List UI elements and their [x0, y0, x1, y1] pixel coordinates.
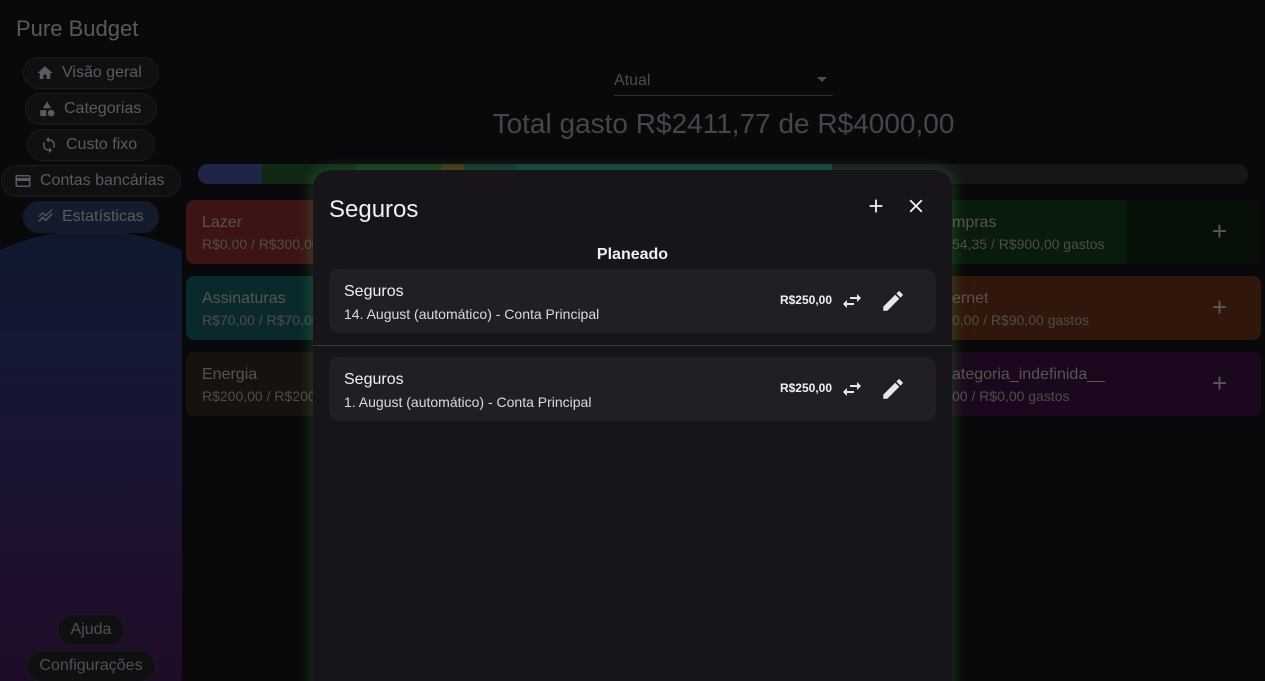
swap-icon — [843, 294, 861, 308]
plus-icon — [869, 199, 883, 213]
list-item[interactable]: Seguros 1. August (automático) - Conta P… — [329, 357, 936, 421]
divider — [313, 345, 952, 346]
section-planeado: Planeado — [596, 246, 669, 263]
entry-name: Seguros — [344, 283, 404, 300]
category-dialog: Seguros Planeado Seguros 14. August (aut… — [313, 170, 952, 681]
pencil-icon — [883, 379, 903, 399]
swap-button[interactable] — [840, 289, 864, 313]
close-icon — [909, 199, 923, 213]
add-button[interactable] — [862, 192, 890, 220]
pencil-icon — [883, 291, 903, 311]
entry-amount: R$250,00 — [779, 293, 832, 307]
swap-icon — [843, 382, 861, 396]
dialog-title: Seguros — [329, 196, 419, 223]
entry-description: 14. August (automático) - Conta Principa… — [344, 306, 600, 322]
edit-button[interactable] — [880, 376, 906, 402]
edit-button[interactable] — [880, 288, 906, 314]
close-button[interactable] — [902, 192, 930, 220]
app-root: Pure Budget Visão geral Categorias Custo… — [0, 0, 1265, 681]
entry-name: Seguros — [344, 371, 404, 388]
list-item[interactable]: Seguros 14. August (automático) - Conta … — [329, 269, 936, 333]
swap-button[interactable] — [840, 377, 864, 401]
entry-amount: R$250,00 — [779, 381, 832, 395]
entry-description: 1. August (automático) - Conta Principal — [344, 394, 592, 410]
